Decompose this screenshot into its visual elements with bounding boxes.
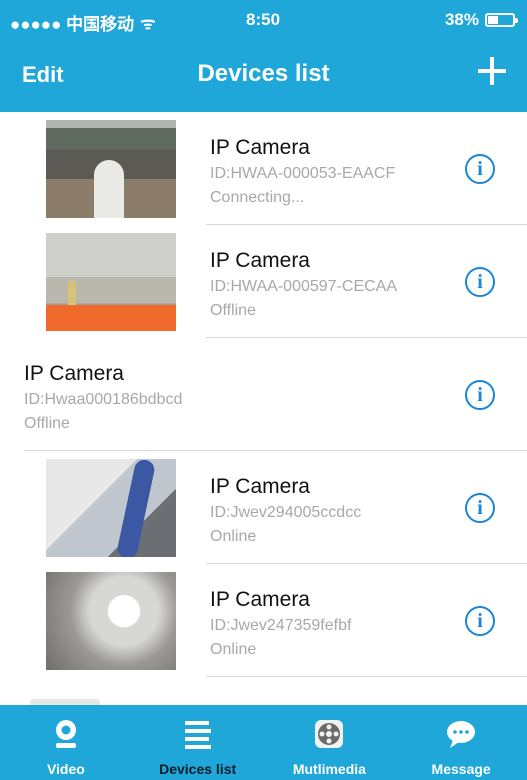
device-text: IP Camera ID:Jwev247359fefbf Online — [210, 588, 351, 660]
clock: 8:50 — [246, 10, 281, 29]
device-status: Offline — [24, 415, 70, 432]
device-status: Connecting... — [210, 189, 305, 206]
device-row[interactable]: IP Camera ID:Hwaa000186bdbcd Offline i — [0, 338, 527, 451]
device-id: ID:HWAA-000597-CECAA — [210, 278, 398, 295]
info-icon[interactable]: i — [465, 267, 495, 297]
camera-thumbnail — [46, 120, 176, 218]
page-title: Devices list — [197, 60, 330, 87]
tab-devices-list[interactable]: Devices list — [132, 705, 264, 780]
tab-message[interactable]: Message — [395, 705, 527, 780]
battery-icon — [485, 13, 518, 27]
device-id: ID:HWAA-000053-EAACF — [210, 165, 396, 182]
info-icon[interactable]: i — [465, 606, 495, 636]
info-icon[interactable]: i — [465, 380, 495, 410]
device-name: IP Camera — [210, 588, 310, 611]
carrier-label: ●●●●● 中国移动 — [10, 15, 135, 34]
tab-label: Devices list — [159, 761, 237, 777]
tab-video[interactable]: Video — [0, 705, 132, 780]
tab-multimedia[interactable]: Mutlimedia — [264, 705, 396, 780]
device-name: IP Camera — [24, 362, 124, 385]
device-row[interactable]: IP Camera ID:HWAA-000597-CECAA Offline i — [0, 225, 527, 338]
tab-label: Mutlimedia — [292, 761, 366, 777]
wifi-icon: ᯤ — [140, 14, 156, 33]
device-id: ID:Hwaa000186bdbcd — [24, 391, 183, 408]
row-divider — [206, 676, 527, 677]
info-icon[interactable]: i — [465, 493, 495, 523]
navigation-bar: Edit Devices list — [0, 40, 527, 112]
battery-area: 38% — [444, 10, 518, 30]
device-name: IP Camera — [210, 475, 310, 498]
device-row[interactable]: IP Camera ID:Jwev294005ccdcc Online i — [0, 451, 527, 564]
camera-thumbnail — [46, 233, 176, 331]
device-row[interactable]: IP Camera ID:Jwev247359fefbf Online i — [0, 564, 527, 677]
device-name: IP Camera — [210, 136, 310, 159]
tab-bar: Video Devices list Mutlimedia Message — [0, 705, 527, 780]
device-status: Online — [210, 528, 257, 545]
film-reel-icon — [315, 720, 344, 748]
device-status: Online — [210, 641, 257, 658]
devices-list: IP Camera ID:HWAA-000053-EAACF Connectin… — [0, 112, 527, 705]
webcam-icon — [55, 720, 76, 748]
battery-percent: 38% — [444, 10, 479, 29]
device-text: IP Camera ID:Jwev294005ccdcc Online — [210, 475, 361, 547]
device-id: ID:Jwev247359fefbf — [210, 617, 352, 634]
device-text: IP Camera ID:HWAA-000053-EAACF Connectin… — [210, 136, 395, 208]
carrier-area: ●●●●● 中国移动 ᯤ — [10, 10, 156, 35]
device-id: ID:Jwev294005ccdcc — [210, 504, 362, 521]
device-row[interactable]: IP Camera ID:HWAA-000053-EAACF Connectin… — [0, 112, 527, 225]
list-icon — [184, 721, 211, 749]
info-icon[interactable]: i — [465, 154, 495, 184]
camera-thumbnail — [46, 572, 176, 670]
device-name: IP Camera — [210, 249, 310, 272]
tab-label: Video — [46, 761, 85, 777]
status-bar: ●●●●● 中国移动 ᯤ 8:50 38% — [0, 0, 527, 40]
chat-bubble-icon — [447, 721, 476, 748]
device-status: Offline — [210, 302, 256, 319]
device-text: IP Camera ID:Hwaa000186bdbcd Offline — [24, 362, 182, 434]
tab-label: Message — [431, 761, 491, 777]
plus-icon[interactable] — [475, 54, 509, 88]
camera-thumbnail — [46, 459, 176, 557]
device-text: IP Camera ID:HWAA-000597-CECAA Offline — [210, 249, 397, 321]
